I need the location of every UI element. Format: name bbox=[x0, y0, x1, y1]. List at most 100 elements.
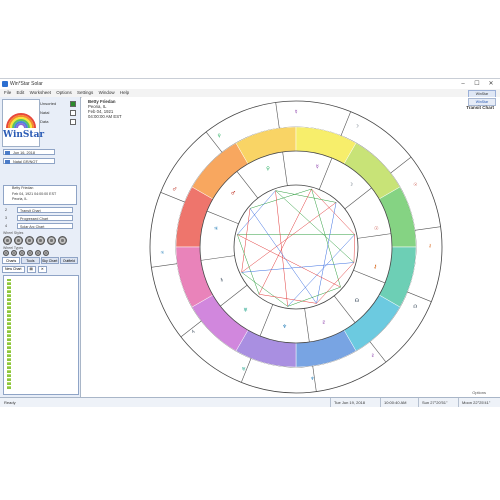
tab-charts[interactable]: Charts bbox=[2, 257, 21, 264]
maximize-button[interactable]: ☐ bbox=[470, 80, 484, 88]
wheel-style-icon[interactable] bbox=[47, 236, 56, 245]
planet-glyph: ♆ bbox=[282, 324, 286, 330]
menu-worksheet[interactable]: Worksheet bbox=[30, 90, 51, 95]
wheel-type-icon[interactable] bbox=[11, 250, 17, 256]
house-cusp-line bbox=[160, 192, 185, 203]
planet-glyph: ♀ bbox=[217, 133, 220, 139]
house-cusp-line bbox=[333, 295, 356, 323]
checkbox[interactable] bbox=[70, 110, 76, 116]
planet-glyph: ☊ bbox=[355, 298, 360, 304]
wheel-type-icon[interactable] bbox=[27, 250, 33, 256]
new-chart-button[interactable]: New Chart bbox=[2, 266, 25, 273]
planet-glyph: ☉ bbox=[374, 226, 378, 232]
chart-select-4[interactable]: 4 Solar Arc Chart bbox=[3, 223, 75, 229]
minimize-button[interactable]: – bbox=[456, 80, 470, 88]
close-button[interactable]: ✕ bbox=[484, 80, 498, 88]
tab-tools[interactable]: Tools bbox=[21, 257, 40, 264]
house-cusp-line bbox=[357, 233, 392, 239]
chart-time: 04:00:00 AM EST bbox=[88, 114, 122, 119]
planet-glyph: ♅ bbox=[243, 308, 247, 314]
delete-icon[interactable]: ✕ bbox=[37, 266, 47, 273]
house-cusp-line bbox=[259, 304, 274, 337]
planet-glyph: ♇ bbox=[371, 353, 375, 359]
chart-mode-field[interactable]: Natal GR/NOT bbox=[3, 158, 55, 164]
zodiac-segment bbox=[343, 142, 401, 200]
menu-options[interactable]: Options bbox=[56, 90, 72, 95]
wheel-style-icon[interactable] bbox=[14, 236, 23, 245]
select-number: 4 bbox=[5, 224, 7, 228]
checkbox[interactable] bbox=[70, 119, 76, 125]
toggle-data[interactable]: Data bbox=[40, 117, 78, 126]
planet-glyph: ☿ bbox=[295, 109, 298, 115]
checkbox-checked[interactable] bbox=[70, 101, 76, 107]
house-cusp-line bbox=[344, 187, 372, 210]
wheel-style-icons bbox=[3, 236, 67, 246]
logo-text: WinStar bbox=[3, 130, 45, 140]
rainbow-icon bbox=[6, 113, 36, 129]
planet-glyph: ♅ bbox=[242, 366, 246, 372]
planet-glyph: ♆ bbox=[310, 376, 314, 382]
status-left: Ready bbox=[4, 400, 16, 405]
title-bar: Win*Star Solar – ☐ ✕ bbox=[0, 79, 500, 89]
planet-glyph: ♄ bbox=[219, 278, 223, 284]
globe-icon bbox=[5, 160, 10, 164]
zodiac-segment bbox=[175, 246, 214, 308]
menu-help[interactable]: Help bbox=[120, 90, 129, 95]
new-chart-toolbar: New Chart ▤ ✕ bbox=[2, 266, 78, 273]
planet-glyph: ☉ bbox=[413, 182, 417, 188]
date-field[interactable]: Jun 16, 2018 bbox=[3, 149, 55, 155]
planet-glyph: ♂ bbox=[173, 186, 177, 192]
tab-sky-chart[interactable]: Sky Chart bbox=[40, 257, 59, 264]
house-cusp-line bbox=[318, 157, 333, 190]
select-value[interactable]: Solar Arc Chart bbox=[17, 223, 73, 229]
menu-settings[interactable]: Settings bbox=[77, 90, 93, 95]
folder-icon[interactable]: ▤ bbox=[26, 266, 36, 273]
sidebar: WinStar Unsorted Natal Data Jun 16, 2018… bbox=[0, 97, 81, 397]
select-value[interactable]: Transit Chart bbox=[17, 207, 73, 213]
wheel-type-icon[interactable] bbox=[3, 250, 9, 256]
astrology-wheel[interactable]: ☉ ☉ ☽ ☽ ☿ ☿ ♀ ♀ ♂ ♂ ♃ ♃ ♄ ♄ ♅ ♅ ♆ ♆ ♇ ♇ ☊ ☊ ⚷ ⚷ bbox=[146, 97, 446, 397]
chart-area: Betty Friedan Peoria, IL Feb 04, 1921 04… bbox=[82, 97, 500, 397]
select-value[interactable]: Progressed Chart bbox=[17, 215, 73, 221]
menu-window[interactable]: Window bbox=[99, 90, 115, 95]
wheel-type-icon[interactable] bbox=[19, 250, 25, 256]
tab-outfield[interactable]: Outfield bbox=[59, 257, 78, 264]
person-record[interactable]: Betty Friedan Feb 04, 1921 04:00:00 EST … bbox=[3, 185, 77, 205]
calendar-icon bbox=[5, 151, 10, 155]
house-cusp-line bbox=[414, 226, 441, 231]
chart-list-tree bbox=[7, 279, 11, 389]
menu-file[interactable]: File bbox=[4, 90, 11, 95]
planet-glyph: ⚷ bbox=[373, 264, 377, 270]
toggle-unsorted[interactable]: Unsorted bbox=[40, 99, 78, 108]
status-moon: Moon 22°25'41" bbox=[458, 398, 490, 407]
wheel-type-icon[interactable] bbox=[35, 250, 41, 256]
wheel-type-icons bbox=[3, 250, 49, 257]
house-cusp-line bbox=[390, 156, 412, 174]
options-button[interactable]: Options bbox=[472, 390, 486, 395]
house-cusp-line bbox=[200, 255, 235, 261]
wheel-style-icon[interactable] bbox=[58, 236, 67, 245]
toggle-label: Natal bbox=[40, 110, 50, 115]
status-time: 10:00:40 AM bbox=[380, 398, 406, 407]
chart-select-3[interactable]: 3 Progressed Chart bbox=[3, 215, 75, 221]
planet-glyph: ☿ bbox=[316, 164, 319, 170]
date-value: Jun 16, 2018 bbox=[13, 151, 35, 155]
app-window: Win*Star Solar – ☐ ✕ File Edit Worksheet… bbox=[0, 78, 500, 409]
wheel-style-icon[interactable] bbox=[3, 236, 12, 245]
wheel-style-icon[interactable] bbox=[36, 236, 45, 245]
chart-info: Betty Friedan Peoria, IL Feb 04, 1921 04… bbox=[88, 99, 122, 119]
toggle-natal[interactable]: Natal bbox=[40, 108, 78, 117]
wheel-type-icon[interactable] bbox=[43, 250, 49, 256]
zodiac-segment bbox=[235, 126, 297, 165]
chart-select-2[interactable]: 2 Transit Chart bbox=[3, 207, 75, 213]
chart-list[interactable] bbox=[3, 275, 79, 395]
house-cusp-line bbox=[340, 111, 351, 136]
window-title: Win*Star Solar bbox=[10, 81, 43, 87]
chart-mode-value: Natal GR/NOT bbox=[13, 160, 38, 164]
wheel-style-icon[interactable] bbox=[25, 236, 34, 245]
person-place: Peoria, IL bbox=[12, 197, 28, 201]
menu-edit[interactable]: Edit bbox=[17, 90, 25, 95]
aspect-circle bbox=[233, 184, 359, 310]
planet-glyph: ☊ bbox=[413, 304, 417, 310]
zodiac-segment bbox=[343, 294, 401, 352]
